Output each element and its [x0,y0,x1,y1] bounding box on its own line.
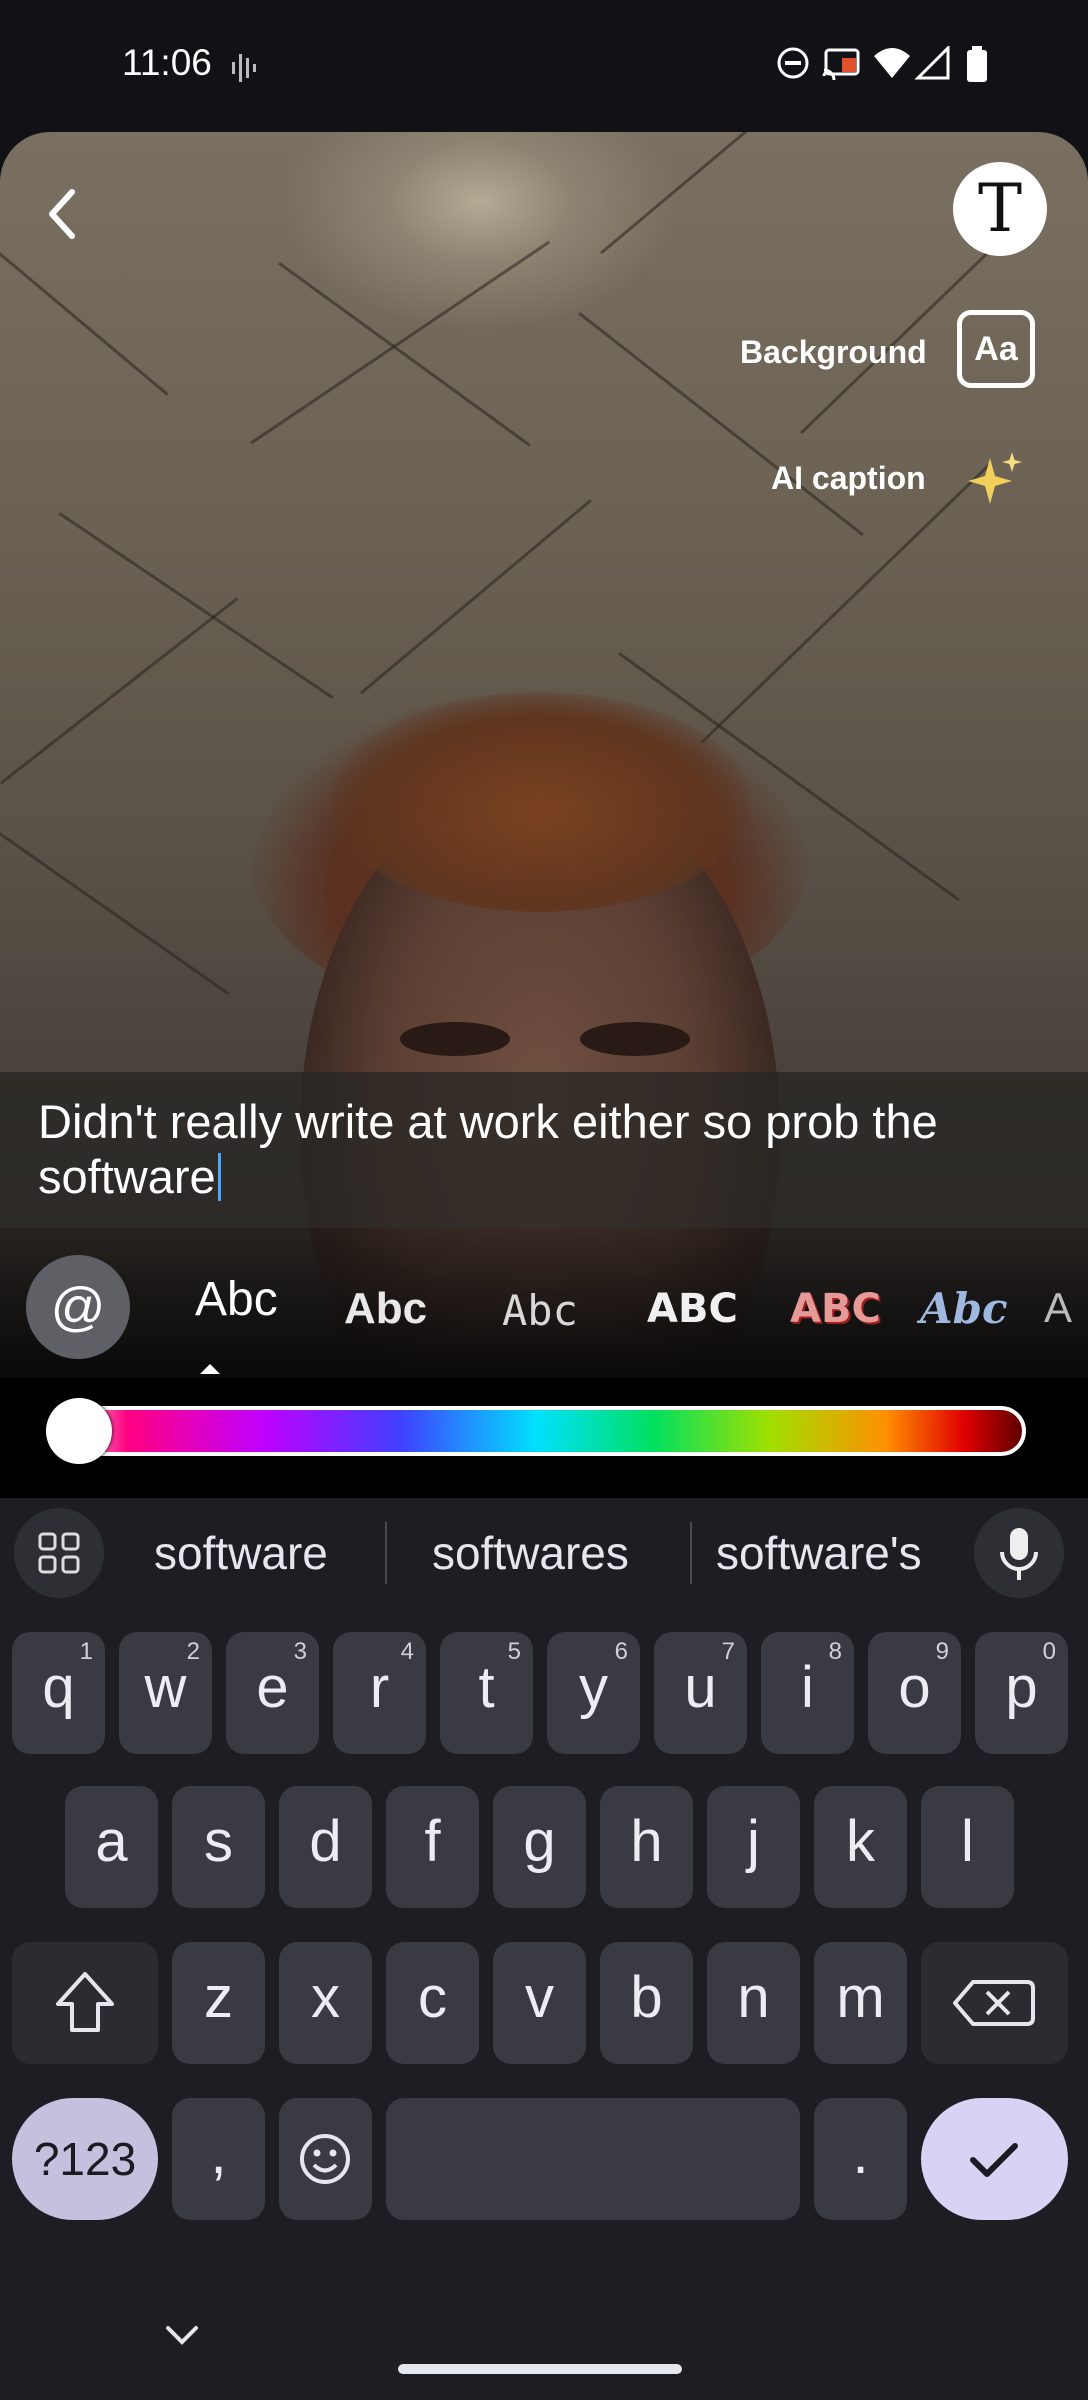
background-label[interactable]: Background [740,334,927,371]
emoji-icon [300,2134,350,2184]
selected-indicator-icon [200,1364,220,1374]
font-style-typewriter[interactable]: Abc [502,1286,578,1335]
do-not-disturb-icon [777,47,809,79]
text-tool-button[interactable]: T [953,162,1047,256]
suggestion-divider [690,1522,692,1584]
key-k[interactable]: k [814,1786,907,1908]
key-n[interactable]: n [707,1942,800,2064]
font-style-condensed[interactable]: ABC [647,1286,738,1332]
key-y[interactable]: y6 [547,1632,640,1754]
keyboard-menu-button[interactable] [14,1508,104,1598]
key-z[interactable]: z [172,1942,265,2064]
checkmark-icon [970,2143,1018,2177]
backspace-icon [953,1980,1035,2026]
font-style-shadow[interactable]: ABC [790,1286,881,1332]
key-a[interactable]: a [65,1786,158,1908]
key-r[interactable]: r4 [333,1632,426,1754]
mention-button[interactable]: @ [26,1255,130,1359]
color-slider[interactable] [46,1406,1026,1456]
space-key[interactable] [386,2098,800,2220]
font-style-row: @ Abc Abc Abc ABC ABC Abc A [0,1228,1088,1378]
voice-activity-icon [232,54,256,82]
color-slider-row [0,1378,1088,1498]
back-icon[interactable] [38,184,88,244]
font-style-bold[interactable]: Abc [344,1284,427,1334]
font-style-gothic[interactable]: Abc [920,1284,1008,1333]
font-style-more[interactable]: A [1044,1284,1072,1332]
cast-icon [822,48,860,80]
apps-grid-icon [38,1532,80,1574]
caption-text: Didn't really write at work either so pr… [38,1095,938,1203]
key-o[interactable]: o9 [868,1632,961,1754]
text-cursor [217,1153,221,1201]
color-slider-thumb[interactable] [46,1398,112,1464]
key-m[interactable]: m [814,1942,907,2064]
sparkle-icon[interactable] [966,450,1026,506]
ai-caption-label[interactable]: AI caption [771,460,926,497]
suggestion-2[interactable]: softwares [432,1526,629,1580]
cell-signal-icon [914,46,950,80]
key-g[interactable]: g [493,1786,586,1908]
backspace-key[interactable] [921,1942,1068,2064]
symbols-key[interactable]: ?123 [12,2098,158,2220]
suggestion-3[interactable]: software's [716,1526,922,1580]
done-key[interactable] [921,2098,1068,2220]
suggestion-1[interactable]: software [154,1526,328,1580]
status-bar: 11:06 [0,0,1088,132]
key-t[interactable]: t5 [440,1632,533,1754]
hide-keyboard-icon[interactable] [160,2320,204,2352]
status-time: 11:06 [122,42,212,83]
key-w[interactable]: w2 [119,1632,212,1754]
caption-input[interactable]: Didn't really write at work either so pr… [38,1094,1048,1204]
period-key[interactable]: . [814,2098,907,2220]
key-u[interactable]: u7 [654,1632,747,1754]
key-j[interactable]: j [707,1786,800,1908]
shift-icon [56,1972,114,2032]
key-b[interactable]: b [600,1942,693,2064]
microphone-icon [1000,1528,1038,1580]
shift-key[interactable] [12,1942,158,2064]
background-toggle-button[interactable]: Aa [957,310,1035,388]
key-h[interactable]: h [600,1786,693,1908]
battery-icon [967,46,987,82]
comma-key[interactable]: , [172,2098,265,2220]
key-p[interactable]: p0 [975,1632,1068,1754]
key-s[interactable]: s [172,1786,265,1908]
voice-input-button[interactable] [974,1508,1064,1598]
key-f[interactable]: f [386,1786,479,1908]
wifi-icon [874,48,910,78]
key-q[interactable]: q1 [12,1632,105,1754]
key-c[interactable]: c [386,1942,479,2064]
font-style-classic[interactable]: Abc [195,1272,278,1327]
key-i[interactable]: i8 [761,1632,854,1754]
suggestion-divider [385,1522,387,1584]
key-e[interactable]: e3 [226,1632,319,1754]
key-x[interactable]: x [279,1942,372,2064]
emoji-key[interactable] [279,2098,372,2220]
home-gesture-bar[interactable] [398,2364,682,2374]
key-v[interactable]: v [493,1942,586,2064]
key-d[interactable]: d [279,1786,372,1908]
key-l[interactable]: l [921,1786,1014,1908]
